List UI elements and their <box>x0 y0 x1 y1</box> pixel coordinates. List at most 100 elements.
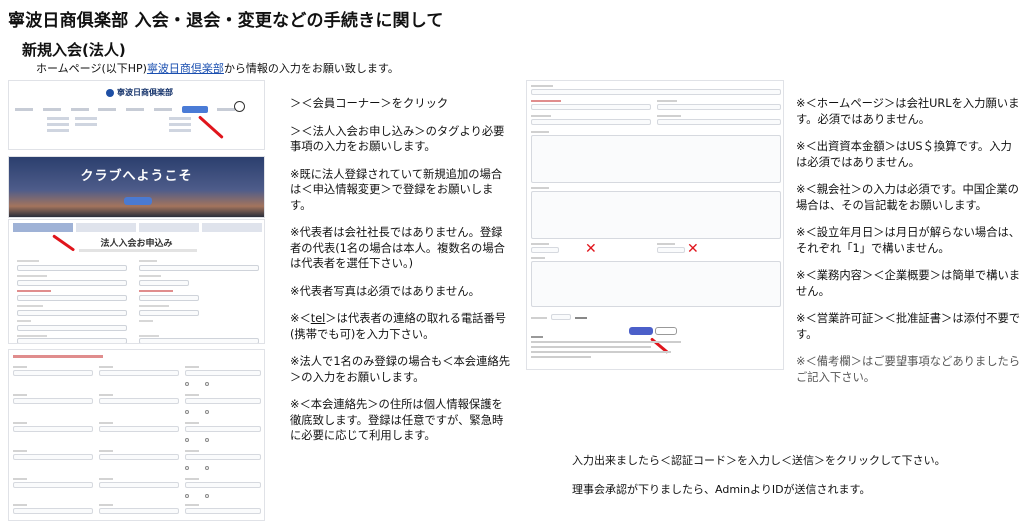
instruction-existing-corporate: ※既に法人登録されていて新規追加の場合は＜申込情報変更＞で登録をお願いします。 <box>290 167 503 212</box>
site-nav <box>15 104 259 114</box>
tab-corporate-application <box>13 223 73 232</box>
form-field <box>17 280 127 286</box>
radio-button <box>205 382 209 386</box>
reset-button <box>655 327 677 335</box>
remarks-area <box>531 261 781 307</box>
tel-prefix: ※＜ <box>290 312 311 325</box>
instruction-single-member: ※法人で1名のみ登録の場合も＜本会連絡先＞の入力をお願いします。 <box>290 355 510 384</box>
contact-field <box>13 482 93 488</box>
radio-button <box>205 494 209 498</box>
radio-button <box>205 438 209 442</box>
company-overview-area <box>531 191 781 239</box>
form-field <box>17 325 127 331</box>
nav-item <box>42 107 61 111</box>
form-tabs <box>13 223 262 232</box>
contact-field <box>185 398 261 404</box>
tel-link[interactable]: tel <box>311 312 326 325</box>
nav-item <box>153 107 172 111</box>
site-name: 寧波日商倶楽部 <box>117 88 173 97</box>
approval-file-field <box>657 247 685 253</box>
contact-field <box>99 482 179 488</box>
contact-field <box>185 508 261 514</box>
established-date-field <box>531 119 651 125</box>
contact-field <box>99 398 179 404</box>
employee-field <box>657 119 781 125</box>
contact-field <box>13 508 93 514</box>
business-content-area <box>531 135 781 183</box>
radio-button <box>185 466 189 470</box>
contact-field <box>99 454 179 460</box>
section-title: 新規入会(法人) <box>22 41 126 59</box>
instruction-established-date: ※＜設立年月日＞は月日が解らない場合は、それぞれ「1」で構いません。 <box>796 226 1021 255</box>
site-header-screenshot: 寧波日商倶楽部 <box>8 80 265 150</box>
nav-item <box>217 107 236 111</box>
footer-submit-instruction: 入力出来ましたら＜認証コード＞を入力し＜送信＞をクリックして下さい。 <box>572 454 946 467</box>
captcha-field <box>551 314 571 320</box>
intro-prefix: ホームページ(以下HP) <box>36 62 147 75</box>
instruction-remarks: ※＜備考欄＞はご要望事項などありましたらご記入下さい。 <box>796 355 1021 384</box>
radio-button <box>185 382 189 386</box>
instruction-photo: ※代表者写真は必須ではありません。 <box>290 284 480 298</box>
nav-item <box>98 107 117 111</box>
instruction-representative: ※代表者は会社社長ではありません。登録者の代表(1名の場合は本人。複数名の場合は… <box>290 226 505 270</box>
contact-field <box>13 454 93 460</box>
contact-field <box>185 454 261 460</box>
search-icon <box>234 101 245 112</box>
form-field <box>17 310 127 316</box>
intro-text: ホームページ(以下HP)寧波日商倶楽部から情報の入力をお願い致します。 <box>36 60 399 76</box>
form-field <box>139 310 199 316</box>
contact-field <box>13 398 93 404</box>
red-x-icon: ✕ <box>585 241 597 257</box>
submit-button <box>629 327 653 335</box>
tab-withdraw <box>202 223 262 232</box>
instruction-business-content: ※＜業務内容＞＜企業概要＞は簡単で構いません。 <box>796 269 1021 298</box>
instruction-tel: ※＜tel＞は代表者の連絡の取れる電話番号(携帯でも可)を入力下さい。 <box>290 311 510 342</box>
homepage-field <box>531 89 781 95</box>
instruction-contact-address: ※＜本会連絡先＞の住所は個人情報保護を徹底致します。登録は任意ですが、緊急時に必… <box>290 398 504 442</box>
instruction-corporate-application: ＞＜法人入会お申し込み＞のタグより必要事項の入力をお願いします。 <box>290 124 505 154</box>
contact-field <box>185 482 261 488</box>
contact-field <box>99 370 179 376</box>
nav-member-corner <box>181 105 208 113</box>
welcome-banner-screenshot: クラブへようこそ <box>8 156 265 218</box>
company-details-screenshot: ✕ ✕ <box>526 80 784 370</box>
contact-field <box>99 426 179 432</box>
nav-item <box>70 107 89 111</box>
instruction-homepage: ※＜ホームページ＞は会社URLを入力願います。必須ではありません。 <box>796 97 1020 126</box>
contact-field <box>99 508 179 514</box>
form-field <box>17 338 127 343</box>
contact-field <box>13 370 93 376</box>
contact-field <box>185 426 261 432</box>
instruction-capital: ※＜出資資本金額＞はUS＄換算です。入力は必須ではありません。 <box>796 140 1012 169</box>
license-file-field <box>531 247 559 253</box>
radio-button <box>205 410 209 414</box>
form-field <box>17 295 127 301</box>
contact-field <box>185 370 261 376</box>
contact-field <box>13 426 93 432</box>
tab-change <box>139 223 199 232</box>
radio-button <box>185 438 189 442</box>
banner-button <box>124 197 152 205</box>
banner-title: クラブへようこそ <box>80 169 193 184</box>
capital-field <box>531 104 651 110</box>
form-field <box>139 280 189 286</box>
contact-list-screenshot <box>8 349 265 521</box>
form-field <box>139 265 259 271</box>
instruction-parent-company: ※＜親会社＞の入力は必須です。中国企業の場合は、その旨記載をお願いします。 <box>796 183 1019 212</box>
instructions-middle: ＞＜会員コーナー＞をクリック ＞＜法人入会お申し込み＞のタグより必要事項の入力を… <box>290 96 510 444</box>
tab-individual <box>76 223 136 232</box>
nav-item <box>126 107 144 111</box>
club-logo-icon <box>106 88 114 97</box>
application-form-screenshot: 法人入会お申込み <box>8 219 265 344</box>
instruction-member-corner: ＞＜会員コーナー＞をクリック <box>290 97 449 110</box>
site-logo: 寧波日商倶楽部 <box>106 87 173 98</box>
intro-suffix: から情報の入力をお願い致します。 <box>223 62 399 75</box>
page-title: 寧波日商俱楽部 入会・退会・変更などの手続きに関して <box>8 11 444 31</box>
footer-approval-note: 理事会承認が下りましたら、AdminよりIDが送信されます。 <box>572 483 871 496</box>
club-homepage-link[interactable]: 寧波日商倶楽部 <box>147 62 224 75</box>
radio-button <box>185 410 189 414</box>
red-x-icon: ✕ <box>687 241 699 257</box>
form-field <box>139 338 259 343</box>
pointer-arrow-icon <box>197 115 224 140</box>
nav-item <box>15 107 33 111</box>
